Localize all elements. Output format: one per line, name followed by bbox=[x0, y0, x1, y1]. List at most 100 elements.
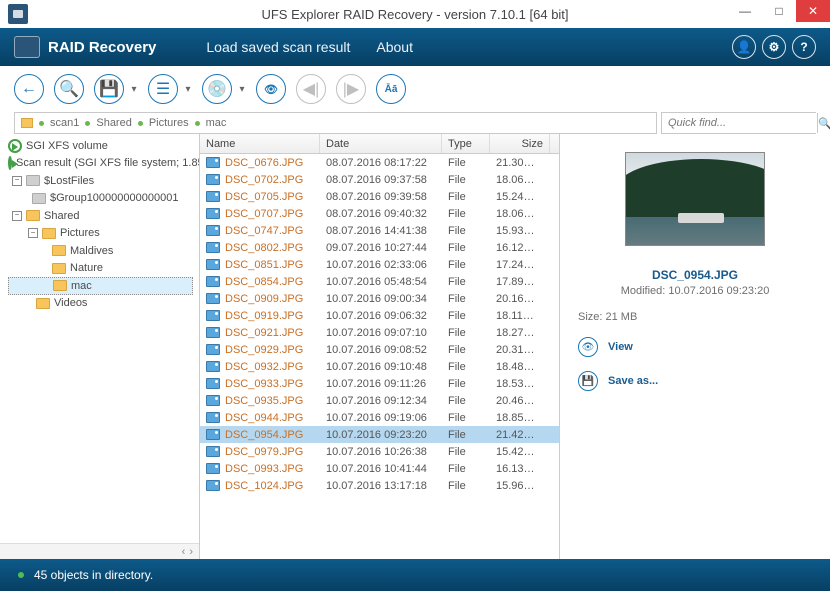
file-row[interactable]: DSC_0921.JPG10.07.2016 09:07:10File18.27… bbox=[200, 324, 559, 341]
zoom-button[interactable]: 🔍 bbox=[54, 74, 84, 104]
col-header-size[interactable]: Size bbox=[490, 134, 550, 153]
chevron-right-icon: › bbox=[189, 546, 193, 558]
file-size: 15.96 MB bbox=[490, 480, 550, 492]
brand-icon bbox=[14, 36, 40, 58]
file-row[interactable]: DSC_0932.JPG10.07.2016 09:10:48File18.48… bbox=[200, 358, 559, 375]
crumb-3[interactable]: mac bbox=[206, 117, 227, 129]
image-icon bbox=[206, 344, 220, 355]
disk-button[interactable]: 💿 bbox=[202, 74, 232, 104]
tree-shared[interactable]: −Shared bbox=[8, 207, 193, 225]
window-close-button[interactable]: ✕ bbox=[796, 0, 830, 22]
file-row[interactable]: DSC_0802.JPG09.07.2016 10:27:44File16.12… bbox=[200, 239, 559, 256]
tree-hscroll[interactable]: ‹› bbox=[0, 543, 199, 559]
view-dropdown[interactable]: ▾ bbox=[184, 84, 192, 95]
preview-pane: DSC_0954.JPG Modified: 10.07.2016 09:23:… bbox=[560, 134, 830, 559]
next-icon: |▶ bbox=[343, 79, 359, 99]
file-row[interactable]: DSC_0979.JPG10.07.2016 10:26:38File15.42… bbox=[200, 443, 559, 460]
tree-maldives[interactable]: Maldives bbox=[8, 242, 193, 260]
file-date: 08.07.2016 09:37:58 bbox=[320, 174, 442, 186]
crumb-2[interactable]: Pictures bbox=[149, 117, 189, 129]
file-date: 10.07.2016 09:10:48 bbox=[320, 361, 442, 373]
tree-scan-result[interactable]: Scan result (SGI XFS file system; 1.85 G… bbox=[8, 155, 193, 173]
file-row[interactable]: DSC_0993.JPG10.07.2016 10:41:44File16.13… bbox=[200, 460, 559, 477]
file-row[interactable]: DSC_0854.JPG10.07.2016 05:48:54File17.89… bbox=[200, 273, 559, 290]
case-button[interactable]: Āā bbox=[376, 74, 406, 104]
main-area: SGI XFS volume Scan result (SGI XFS file… bbox=[0, 134, 830, 559]
file-row[interactable]: DSC_0676.JPG08.07.2016 08:17:22File21.30… bbox=[200, 154, 559, 171]
tree-pictures[interactable]: −Pictures bbox=[8, 225, 193, 243]
quickfind-input[interactable] bbox=[662, 113, 817, 133]
tree-pane: SGI XFS volume Scan result (SGI XFS file… bbox=[0, 134, 200, 559]
file-row[interactable]: DSC_1024.JPG10.07.2016 13:17:18File15.96… bbox=[200, 477, 559, 494]
file-row[interactable]: DSC_0707.JPG08.07.2016 09:40:32File18.06… bbox=[200, 205, 559, 222]
preview-modified: Modified: 10.07.2016 09:23:20 bbox=[621, 285, 770, 297]
col-header-date[interactable]: Date bbox=[320, 134, 442, 153]
file-name: DSC_0935.JPG bbox=[225, 395, 314, 407]
file-name: DSC_0909.JPG bbox=[225, 293, 314, 305]
crumb-0[interactable]: scan1 bbox=[50, 117, 79, 129]
collapse-icon[interactable]: − bbox=[12, 176, 22, 186]
image-icon bbox=[206, 463, 220, 474]
window-minimize-button[interactable]: — bbox=[728, 0, 762, 22]
quickfind-search-button[interactable]: 🔍 bbox=[817, 113, 830, 133]
preview-saveas-button[interactable]: 💾 Save as... bbox=[578, 371, 812, 391]
file-size: 20.16 MB bbox=[490, 293, 550, 305]
binoculars-icon: 👁 bbox=[264, 83, 278, 96]
file-row[interactable]: DSC_0944.JPG10.07.2016 09:19:06File18.85… bbox=[200, 409, 559, 426]
collapse-icon[interactable]: − bbox=[28, 228, 38, 238]
file-row[interactable]: DSC_0954.JPG10.07.2016 09:23:20File21.42… bbox=[200, 426, 559, 443]
file-row[interactable]: DSC_0929.JPG10.07.2016 09:08:52File20.31… bbox=[200, 341, 559, 358]
breadcrumb[interactable]: scan1 Shared Pictures mac bbox=[14, 112, 657, 134]
file-name: DSC_0919.JPG bbox=[225, 310, 314, 322]
back-button[interactable]: ← bbox=[14, 74, 44, 104]
settings-button[interactable]: ⚙ bbox=[762, 35, 786, 59]
col-header-name[interactable]: Name bbox=[200, 134, 320, 153]
col-header-type[interactable]: Type bbox=[442, 134, 490, 153]
tree-videos[interactable]: Videos bbox=[8, 295, 193, 313]
view-button[interactable]: ☰ bbox=[148, 74, 178, 104]
file-row[interactable]: DSC_0919.JPG10.07.2016 09:06:32File18.11… bbox=[200, 307, 559, 324]
tree-mac[interactable]: mac bbox=[8, 277, 193, 295]
file-date: 10.07.2016 10:26:38 bbox=[320, 446, 442, 458]
folder-icon bbox=[32, 193, 46, 204]
save-button[interactable]: 💾 bbox=[94, 74, 124, 104]
crumb-1[interactable]: Shared bbox=[96, 117, 131, 129]
user-button[interactable]: 👤 bbox=[732, 35, 756, 59]
save-dropdown[interactable]: ▾ bbox=[130, 84, 138, 95]
folder-icon bbox=[26, 175, 40, 186]
quickfind: 🔍 bbox=[661, 112, 816, 134]
window-maximize-button[interactable]: □ bbox=[762, 0, 796, 22]
find-button[interactable]: 👁 bbox=[256, 74, 286, 104]
arrow-left-icon: ← bbox=[21, 80, 37, 98]
tree-lostfiles[interactable]: −$LostFiles bbox=[8, 172, 193, 190]
file-name: DSC_0954.JPG bbox=[225, 429, 314, 441]
file-row[interactable]: DSC_0933.JPG10.07.2016 09:11:26File18.53… bbox=[200, 375, 559, 392]
tree-group[interactable]: $Group100000000000001 bbox=[8, 190, 193, 208]
file-date: 10.07.2016 10:41:44 bbox=[320, 463, 442, 475]
volume-icon bbox=[8, 139, 22, 153]
crumb-sep-icon bbox=[39, 121, 44, 126]
disk-dropdown[interactable]: ▾ bbox=[238, 84, 246, 95]
file-size: 17.89 MB bbox=[490, 276, 550, 288]
file-row[interactable]: DSC_0909.JPG10.07.2016 09:00:34File20.16… bbox=[200, 290, 559, 307]
file-row[interactable]: DSC_0705.JPG08.07.2016 09:39:58File15.24… bbox=[200, 188, 559, 205]
toolbar: ← 🔍 💾 ▾ ☰ ▾ 💿 ▾ 👁 ◀| |▶ Āā bbox=[0, 66, 830, 112]
file-date: 10.07.2016 13:17:18 bbox=[320, 480, 442, 492]
file-row[interactable]: DSC_0747.JPG08.07.2016 14:41:38File15.93… bbox=[200, 222, 559, 239]
file-row[interactable]: DSC_0851.JPG10.07.2016 02:33:06File17.24… bbox=[200, 256, 559, 273]
file-row[interactable]: DSC_0702.JPG08.07.2016 09:37:58File18.06… bbox=[200, 171, 559, 188]
search-icon: 🔍 bbox=[818, 117, 830, 130]
help-button[interactable]: ? bbox=[792, 35, 816, 59]
file-list-body[interactable]: DSC_0676.JPG08.07.2016 08:17:22File21.30… bbox=[200, 154, 559, 559]
file-row[interactable]: DSC_0935.JPG10.07.2016 09:12:34File20.46… bbox=[200, 392, 559, 409]
menu-load-scan[interactable]: Load saved scan result bbox=[206, 39, 350, 55]
tree-volume[interactable]: SGI XFS volume bbox=[8, 137, 193, 155]
folder-icon bbox=[21, 118, 33, 128]
tree-nature[interactable]: Nature bbox=[8, 260, 193, 278]
menu-about[interactable]: About bbox=[376, 39, 413, 55]
collapse-icon[interactable]: − bbox=[12, 211, 22, 221]
file-name: DSC_0676.JPG bbox=[225, 157, 314, 169]
file-date: 10.07.2016 09:07:10 bbox=[320, 327, 442, 339]
preview-view-button[interactable]: 👁 View bbox=[578, 337, 812, 357]
title-bar: UFS Explorer RAID Recovery - version 7.1… bbox=[0, 0, 830, 28]
